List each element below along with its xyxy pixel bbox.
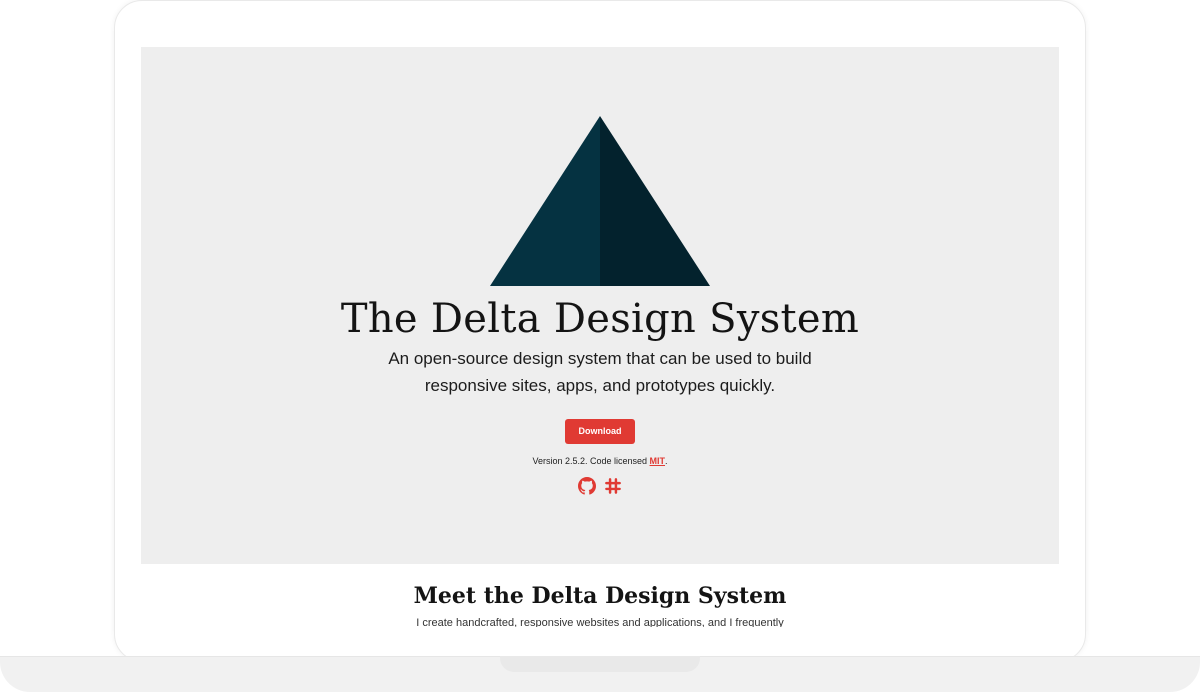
- mit-license-link[interactable]: MIT: [650, 456, 666, 466]
- page-title: The Delta Design System: [340, 296, 860, 342]
- download-button[interactable]: Download: [565, 419, 635, 444]
- hero-section: The Delta Design System An open-source d…: [141, 47, 1059, 564]
- social-icons: [578, 476, 624, 496]
- version-suffix: .: [665, 456, 668, 466]
- hero-subtitle: An open-source design system that can be…: [388, 349, 812, 395]
- laptop-notch: [500, 656, 700, 672]
- laptop-screen: The Delta Design System An open-source d…: [141, 47, 1059, 627]
- delta-logo-right-face: [600, 116, 710, 286]
- slack-icon[interactable]: [604, 477, 622, 495]
- version-info: Version 2.5.2. Code licensed MIT.: [141, 454, 1059, 468]
- github-icon[interactable]: [578, 477, 596, 495]
- section-intro-text: I create handcrafted, responsive website…: [416, 617, 784, 627]
- section-title: Meet the Delta Design System: [413, 583, 787, 609]
- delta-logo-left-face: [490, 116, 600, 286]
- version-text: Version 2.5.2. Code licensed: [532, 456, 650, 466]
- delta-logo: [490, 116, 710, 286]
